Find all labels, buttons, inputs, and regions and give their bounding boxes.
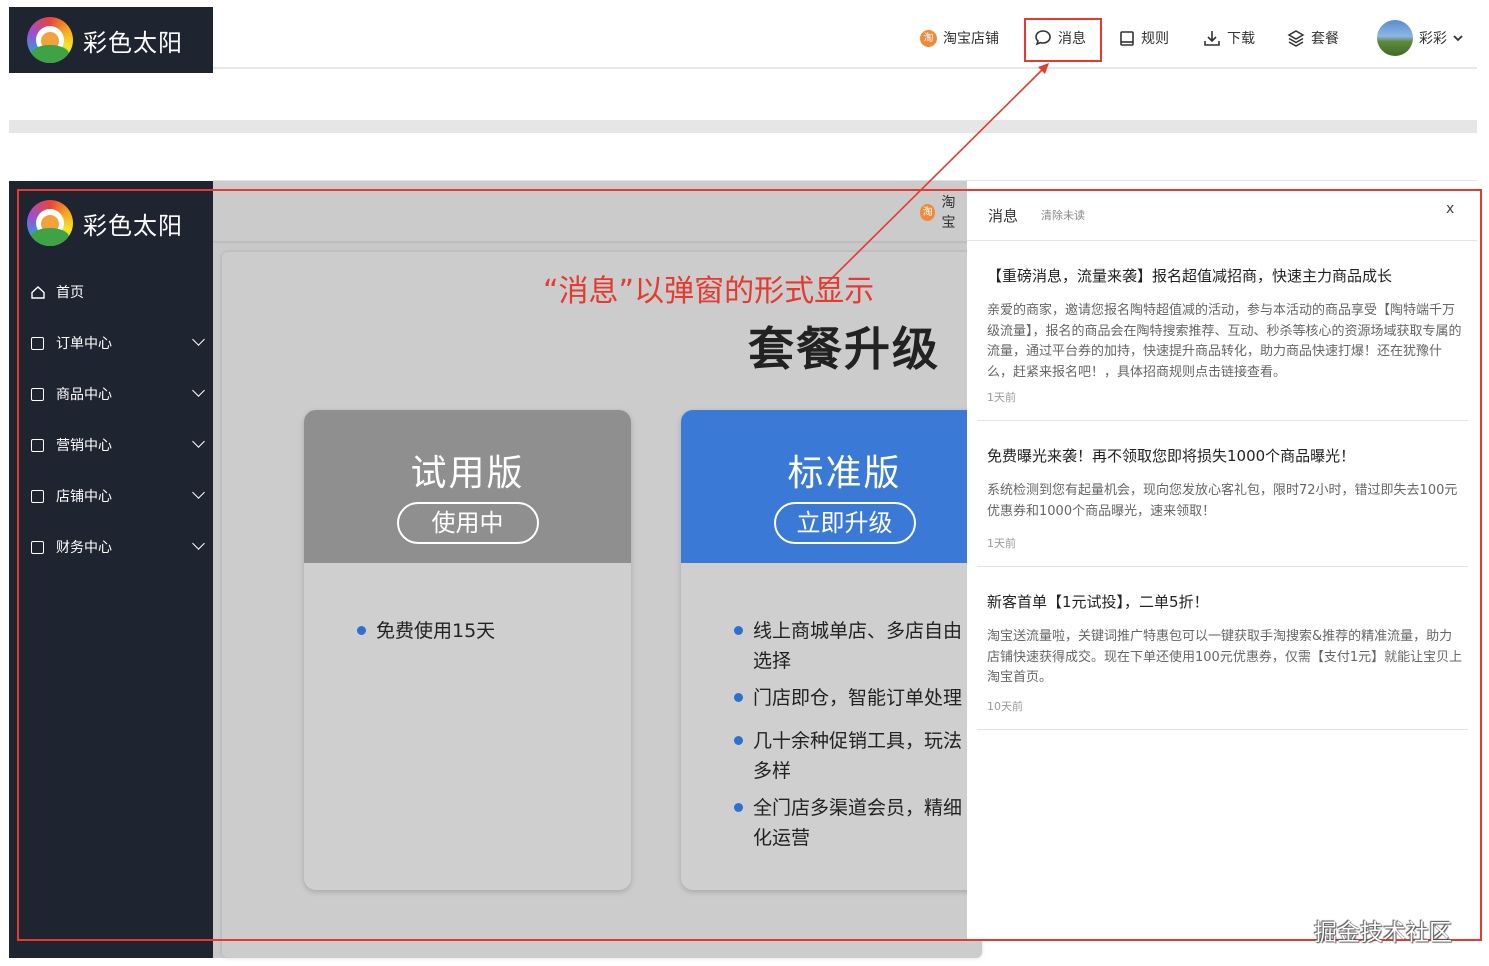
nav-shop[interactable]: 淘 淘宝店铺 — [920, 7, 999, 69]
message-title: 免费曝光来袭！再不领取您即将损失1000个商品曝光！ — [987, 447, 1356, 465]
sidebar-item-marketing[interactable]: 营销中心 — [31, 433, 205, 457]
nav-package[interactable]: 套餐 — [1287, 7, 1339, 69]
sidebar-item-label: 店铺中心 — [56, 489, 112, 505]
message-popup: 消息 清除未读 x 【重磅消息，流量来袭】报名超值减招商，快速主力商品成长 亲爱… — [967, 190, 1477, 940]
plan-card-trial: 试用版 使用中 免费使用15天 — [304, 410, 631, 890]
store-icon — [31, 489, 44, 503]
taobao-icon: 淘 — [920, 29, 937, 47]
plan-feature: 门店即仓，智能订单处理 — [734, 683, 981, 713]
annotation-text: “消息”以弹窗的形式显示 — [543, 274, 875, 309]
plan-name: 标准版 — [787, 453, 902, 494]
chevron-down-icon — [192, 333, 205, 346]
nav-rules-label: 规则 — [1141, 31, 1169, 47]
sidebar-item-label: 商品中心 — [56, 387, 112, 403]
message-title: 新客首单【1元试投】，二单5折！ — [987, 593, 1209, 611]
sidebar-item-home[interactable]: 首页 — [31, 280, 203, 304]
plan-in-use-button[interactable]: 使用中 — [396, 502, 539, 544]
sidebar-item-label: 首页 — [56, 285, 84, 301]
sidebar-item-label: 营销中心 — [56, 438, 112, 454]
chevron-down-icon — [1453, 35, 1463, 42]
plan-upgrade-button[interactable]: 立即升级 — [773, 502, 916, 544]
message-time: 10天前 — [987, 700, 1023, 713]
avatar — [1377, 20, 1413, 56]
separator-strip — [9, 120, 1477, 133]
top-logo-bar: 彩色太阳 — [9, 7, 213, 73]
message-body: 系统检测到您有起量机会，现向您发放心客礼包，限时72小时，错过即失去100元优惠… — [987, 483, 1458, 519]
nav-package-label: 套餐 — [1311, 31, 1339, 47]
sidebar-item-label: 财务中心 — [56, 540, 112, 556]
sidebar-item-orders[interactable]: 订单中心 — [31, 331, 205, 355]
page-title: 套餐升级 — [748, 322, 940, 376]
close-icon[interactable]: x — [1446, 201, 1454, 217]
nav-shop-label: 淘宝 — [941, 195, 956, 231]
plan-header: 试用版 使用中 — [304, 410, 631, 563]
plan-header: 标准版 立即升级 — [681, 410, 981, 563]
content-header: 淘 淘宝 — [213, 181, 967, 243]
nav-shop-label: 淘宝店铺 — [943, 31, 999, 47]
layers-icon — [1287, 30, 1305, 47]
plan-feature: 线上商城单店、多店自由选择 — [734, 616, 963, 676]
home-icon — [31, 285, 45, 299]
chevron-down-icon — [192, 384, 205, 397]
sidebar-item-label: 订单中心 — [56, 336, 112, 352]
message-item[interactable]: 免费曝光来袭！再不领取您即将损失1000个商品曝光！ 系统检测到您有起量机会，现… — [977, 421, 1468, 567]
ticket-icon — [31, 438, 44, 452]
message-title: 【重磅消息，流量来袭】报名超值减招商，快速主力商品成长 — [987, 267, 1393, 285]
message-body: 淘宝送流量啦，关键词推广特惠包可以一键获取手淘搜索&推荐的精准流量，助力店铺快速… — [987, 629, 1463, 685]
plan-feature: 几十余种促销工具，玩法多样 — [734, 726, 963, 786]
nav-download-label: 下载 — [1227, 31, 1255, 47]
brand-name: 彩色太阳 — [83, 28, 183, 57]
message-time: 1天前 — [987, 391, 1016, 404]
sidebar: 彩色太阳 首页 订单中心 商品中心 营销中心 店铺中心 财务中心 — [9, 181, 213, 958]
product-icon — [31, 387, 44, 401]
order-icon — [31, 336, 44, 350]
clear-unread-link[interactable]: 清除未读 — [1041, 207, 1085, 223]
sidebar-item-finance[interactable]: 财务中心 — [31, 535, 205, 559]
top-header: 淘 淘宝店铺 消息 规则 下载 套餐 彩彩 — [213, 7, 1477, 69]
nav-shop[interactable]: 淘 淘宝 — [920, 181, 967, 243]
finance-icon — [31, 540, 44, 554]
chevron-down-icon — [192, 435, 205, 448]
plan-card-standard: 标准版 立即升级 线上商城单店、多店自由选择 门店即仓，智能订单处理 几十余种促… — [681, 410, 981, 890]
plan-name: 试用版 — [410, 453, 525, 494]
chevron-down-icon — [192, 537, 205, 550]
brand-name: 彩色太阳 — [83, 211, 183, 240]
popup-title: 消息 — [988, 207, 1019, 225]
nav-rules[interactable]: 规则 — [1119, 7, 1169, 69]
sidebar-item-store[interactable]: 店铺中心 — [31, 484, 205, 508]
watermark: 掘金技术社区 — [1314, 920, 1452, 946]
sidebar-item-products[interactable]: 商品中心 — [31, 382, 205, 406]
plan-feature: 全门店多渠道会员，精细化运营 — [734, 793, 963, 853]
message-item[interactable]: 【重磅消息，流量来袭】报名超值减招商，快速主力商品成长 亲爱的商家，邀请您报名陶… — [977, 241, 1468, 421]
user-menu[interactable]: 彩彩 — [1377, 7, 1465, 69]
book-icon — [1120, 30, 1134, 46]
user-name: 彩彩 — [1419, 31, 1447, 47]
message-time: 1天前 — [987, 537, 1016, 550]
message-body: 亲爱的商家，邀请您报名陶特超值减的活动，参与本活动的商品享受【陶特端千万级流量】… — [987, 303, 1462, 380]
nav-download[interactable]: 下载 — [1203, 7, 1255, 69]
download-icon — [1204, 31, 1220, 46]
taobao-icon: 淘 — [920, 203, 936, 221]
chevron-down-icon — [192, 486, 205, 499]
messages-highlight-box — [1024, 18, 1102, 62]
sidebar-logo: 彩色太阳 — [27, 200, 183, 246]
brand-logo-icon — [27, 17, 73, 63]
plan-feature: 免费使用15天 — [357, 616, 596, 646]
brand-logo-icon — [27, 200, 73, 246]
message-item[interactable]: 新客首单【1元试投】，二单5折！ 淘宝送流量啦，关键词推广特惠包可以一键获取手淘… — [977, 567, 1468, 730]
